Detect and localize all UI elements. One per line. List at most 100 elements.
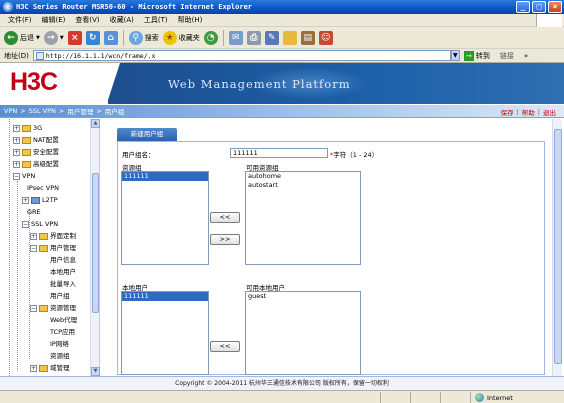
tree-item-user-info[interactable]: 用户信息 [50,255,76,265]
list-item[interactable]: 111111 [122,292,208,301]
menu-view[interactable]: 查看(V) [75,15,99,25]
available-resource-groups-list[interactable]: autohome autostart [245,171,361,265]
collapse-icon[interactable]: − [30,304,37,312]
favorites-button[interactable]: ★ 收藏夹 [162,30,200,45]
address-input[interactable]: http://16.1.1.1/wcn/frame/.x [32,50,451,61]
list-item[interactable]: autostart [246,181,360,190]
tree-item-user-management[interactable]: − 用户管理 [30,243,76,253]
resource-groups-list[interactable]: 111111 [121,171,209,265]
group-name-input[interactable]: 111111 [230,148,328,158]
tree-label: 域管理 [50,364,70,372]
scrollbar-thumb[interactable] [92,173,99,313]
status-cell [440,392,470,403]
mail-icon[interactable]: ✉ [228,30,243,45]
tree-label: SSL VPN [31,220,59,228]
expand-icon[interactable]: + [13,136,20,144]
move-right-button[interactable]: >> [210,234,240,245]
tree-item-domain-management[interactable]: + 域管理 [30,363,70,373]
tree-item-user-group[interactable]: 用户组 [50,291,70,301]
tree-item-vpn[interactable]: − VPN [13,171,35,181]
minimize-button[interactable]: _ [516,1,530,13]
refresh-icon[interactable]: ↻ [85,30,100,45]
search-button[interactable]: ⚲ 搜索 [128,30,159,45]
tree-item-ip-network[interactable]: IP网络 [50,339,69,349]
available-local-users-list[interactable]: guest [245,291,361,375]
collapse-icon[interactable]: − [22,220,29,228]
main-scrollbar[interactable] [552,119,562,376]
list-item[interactable]: guest [246,292,360,301]
tree-item-resource-management[interactable]: − 资源管理 [30,303,76,313]
save-link[interactable]: 保存 [501,107,514,117]
action-divider: | [537,107,540,116]
menu-edit[interactable]: 编辑(E) [42,15,66,25]
collapse-icon[interactable]: − [13,172,20,180]
local-users-list[interactable]: 111111 [121,291,209,375]
tree-item-ipsec-vpn[interactable]: IPsec VPN [27,183,59,193]
tree-item-local-user[interactable]: 本地用户 [50,267,76,277]
list-item[interactable]: autohome [246,172,360,181]
move-left-users-button[interactable]: << [210,341,240,352]
expand-icon[interactable]: + [13,160,20,168]
links-chevron-icon[interactable]: » [524,52,528,60]
menu-tools[interactable]: 工具(T) [144,15,168,25]
stop-icon[interactable]: × [67,30,82,45]
expand-icon[interactable]: + [22,196,29,204]
star-icon: ★ [162,30,177,45]
links-label[interactable]: 链接 [500,51,514,61]
address-url: http://16.1.1.1/wcn/frame/.x [45,51,156,60]
toolbar-separator [222,29,224,46]
go-button[interactable]: → 转到 [463,50,490,61]
research-icon[interactable]: ▤ [300,30,315,45]
scrollbar-thumb[interactable] [554,129,562,364]
tree-item-resource-group[interactable]: 资源组 [50,351,70,361]
forward-button[interactable]: → ▼ [43,30,64,45]
folder-icon[interactable] [282,30,297,45]
sidebar-scrollbar[interactable]: ▲ ▼ [90,119,100,376]
header-actions: 保存 | 帮助 | 退出 [501,105,556,118]
browser-toolbar: ← 后退 ▼ → ▼ × ↻ ⌂ ⚲ 搜索 ★ 收藏夹 ◔ ✉ ⎙ ✎ ▤ ☺ [0,27,564,49]
tree-label: 安全配置 [33,148,59,156]
tree-label: GRE [27,208,41,216]
close-button[interactable]: × [548,1,562,13]
tab-new-user-group[interactable]: 新建用户组 [117,128,177,141]
expand-icon[interactable]: + [13,148,20,156]
print-icon[interactable]: ⎙ [246,30,261,45]
home-icon[interactable]: ⌂ [103,30,118,45]
tree-item-web-proxy[interactable]: Web代理 [50,315,77,325]
breadcrumb-separator: > [58,107,65,115]
history-icon[interactable]: ◔ [203,30,218,45]
menu-favorites[interactable]: 收藏(A) [110,15,134,25]
messenger-icon[interactable]: ☺ [318,30,333,45]
tree-item-tcp-app[interactable]: TCP应用 [50,327,75,337]
tree-item-ssl-vpn[interactable]: − SSL VPN [22,219,58,229]
tree-item-security[interactable]: + 安全配置 [13,147,59,157]
globe-icon [475,393,484,402]
expand-icon[interactable]: + [30,232,37,240]
tree-item-advanced[interactable]: + 高级配置 [13,159,59,169]
scroll-down-icon[interactable]: ▼ [91,367,100,376]
tree-item-interface-custom[interactable]: + 界面定制 [30,231,76,241]
tree-item-gre[interactable]: GRE [27,207,41,217]
tree-item-nat[interactable]: + NAT配置 [13,135,59,145]
tree-label: IP网络 [50,340,69,348]
edit-icon[interactable]: ✎ [264,30,279,45]
tree-item-l2tp[interactable]: + L2TP [22,195,58,205]
move-left-button[interactable]: << [210,212,240,223]
tree-item-batch-import[interactable]: 批量导入 [50,279,76,289]
help-link[interactable]: 帮助 [522,107,535,117]
back-button[interactable]: ← 后退 ▼ [4,30,40,45]
list-item[interactable]: 111111 [122,172,208,181]
maximize-button[interactable]: □ [532,1,546,13]
collapse-icon[interactable]: − [30,244,37,252]
scroll-up-icon[interactable]: ▲ [91,119,100,128]
expand-icon[interactable]: + [13,124,20,132]
logout-link[interactable]: 退出 [543,107,556,117]
expand-icon[interactable]: + [30,364,37,372]
tree-label: IPsec VPN [27,184,59,192]
menu-help[interactable]: 帮助(H) [178,15,203,25]
address-dropdown-icon[interactable]: ▼ [450,50,460,61]
menu-file[interactable]: 文件(F) [8,15,32,25]
dropdown-icon: ▼ [36,34,40,41]
tree-item-3g[interactable]: + 3G [13,123,42,133]
h3c-logo: H3C [10,68,58,96]
